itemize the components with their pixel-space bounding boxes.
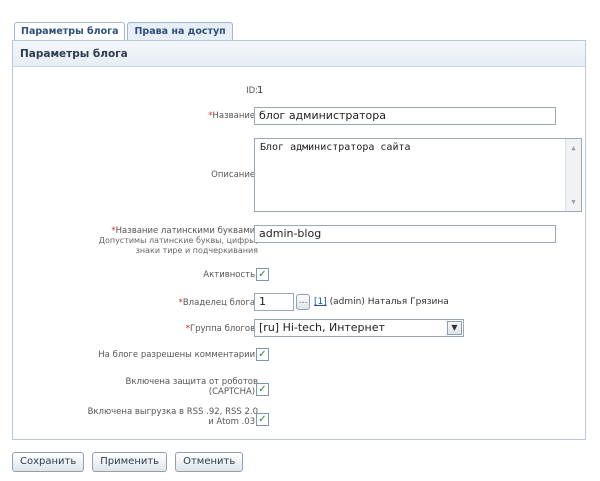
scroll-down-icon[interactable]: ▼	[567, 195, 580, 209]
tab-bar: Параметры блога Права на доступ	[14, 22, 235, 41]
captcha-checkbox[interactable]: ✓	[256, 383, 269, 396]
rss-label: Включена выгрузка в RSS .92, RSS 2.0 и A…	[87, 407, 258, 427]
scroll-up-icon[interactable]: ▲	[567, 141, 580, 155]
owner-link[interactable]: [1]	[314, 297, 327, 307]
form-actions: Сохранить Применить Отменить	[12, 452, 244, 478]
user-lookup-button[interactable]: …	[296, 294, 310, 310]
latin-name-label: *Название латинскими буквами: Допустимы …	[98, 226, 258, 255]
comments-label: На блоге разрешены комментарии:	[98, 350, 258, 360]
tab-access-rights[interactable]: Права на доступ	[127, 22, 233, 41]
rss-checkbox[interactable]: ✓	[256, 413, 269, 426]
owner-info: [1] (admin) Наталья Грязина	[314, 297, 449, 307]
owner-label: *Владелец блога:	[178, 298, 258, 308]
active-checkbox[interactable]: ✓	[256, 268, 269, 281]
description-textarea[interactable]: Блог администратора сайта ▲ ▼	[254, 138, 582, 212]
latin-name-input[interactable]: admin-blog	[254, 225, 556, 243]
name-input[interactable]: блог администратора	[254, 107, 556, 125]
name-label: *Название:	[208, 111, 258, 121]
active-label: Активность:	[203, 270, 258, 280]
comments-checkbox[interactable]: ✓	[256, 348, 269, 361]
owner-id-input[interactable]: 1	[254, 293, 294, 311]
cancel-button[interactable]: Отменить	[175, 452, 244, 472]
captcha-label: Включена защита от роботов (CAPTCHA):	[125, 377, 258, 397]
description-label: Описание:	[211, 170, 258, 180]
save-button[interactable]: Сохранить	[12, 452, 85, 472]
tab-blog-params[interactable]: Параметры блога	[14, 22, 126, 41]
owner-name: (admin) Наталья Грязина	[329, 297, 449, 307]
panel-title: Параметры блога	[13, 41, 585, 67]
apply-button[interactable]: Применить	[92, 452, 168, 472]
group-label: *Группа блогов:	[185, 324, 258, 334]
group-select[interactable]: [ru] Hi-tech, Интернет ▼	[254, 319, 464, 337]
id-value: 1	[257, 85, 264, 96]
chevron-down-icon[interactable]: ▼	[447, 321, 462, 335]
latin-name-hint-1: Допустимы латинские буквы, цифры,	[98, 236, 258, 245]
latin-name-hint-2: знаки тире и подчеркивания	[135, 246, 258, 255]
description-scrollbar[interactable]: ▲ ▼	[565, 139, 581, 211]
